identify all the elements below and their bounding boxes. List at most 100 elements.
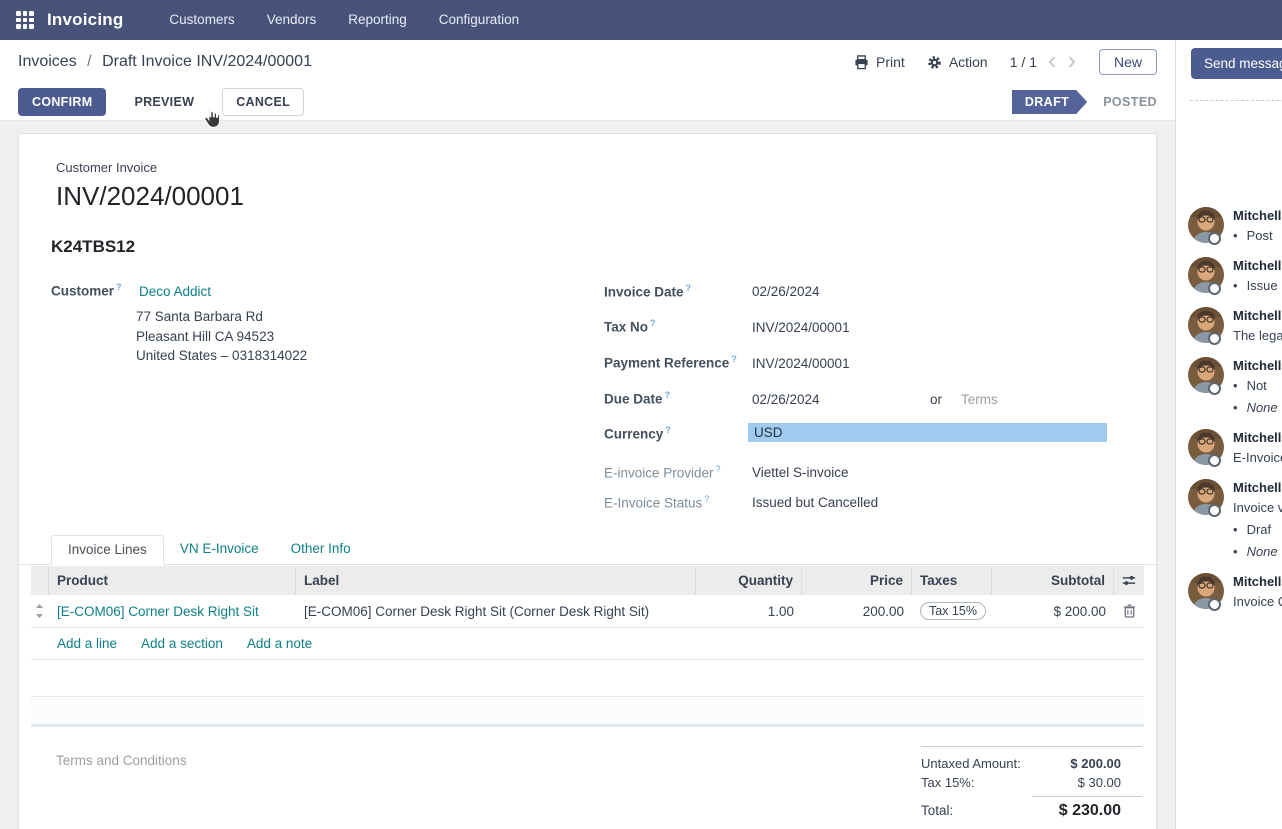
presence-badge-icon <box>1208 282 1221 295</box>
chatter-message[interactable]: Mitchell •Post <box>1188 207 1282 246</box>
message-lines: Invoice v•Draf•None <box>1233 498 1282 562</box>
customer-label: Customer? <box>51 282 122 299</box>
chatter-message[interactable]: Mitchell Invoice v•Draf•None <box>1188 479 1282 562</box>
chatter-separator <box>1190 100 1282 101</box>
stage-posted[interactable]: POSTED <box>1103 95 1157 109</box>
add-a-line-link[interactable]: Add a line <box>57 636 117 651</box>
tax-value: $ 30.00 <box>1078 775 1142 790</box>
tab-vn-e-invoice[interactable]: VN E-Invoice <box>164 535 275 565</box>
chatter-message[interactable]: Mitchell The lega <box>1188 307 1282 346</box>
customer-value[interactable]: Deco Addict <box>139 284 211 299</box>
table-header-row: Product Label Quantity Price Taxes Subto… <box>31 566 1144 595</box>
message-line: Invoice v <box>1233 498 1282 518</box>
message-lines: •Issue <box>1233 276 1281 296</box>
sliders-icon[interactable] <box>1114 566 1144 595</box>
chatter-message[interactable]: Mitchell •Not•None <box>1188 357 1282 418</box>
message-author[interactable]: Mitchell <box>1233 357 1281 374</box>
tax-badge[interactable]: Tax 15% <box>920 602 986 620</box>
message-line: •Issue <box>1233 276 1281 296</box>
total-label: Total: <box>921 803 953 818</box>
untaxed-amount-label: Untaxed Amount: <box>921 756 1021 771</box>
cell-quantity[interactable]: 1.00 <box>696 604 802 619</box>
chatter-panel: Send message Mitchell •Post <box>1175 40 1282 829</box>
chevron-right-icon[interactable] <box>1067 55 1077 69</box>
cell-label[interactable]: [E-COM06] Corner Desk Right Sit (Corner … <box>296 604 696 619</box>
send-message-button[interactable]: Send message <box>1191 48 1282 79</box>
col-subtotal[interactable]: Subtotal <box>992 566 1114 595</box>
payment-reference-value[interactable]: INV/2024/00001 <box>752 356 850 371</box>
drag-handle-icon[interactable] <box>31 604 49 618</box>
presence-badge-icon <box>1208 332 1221 345</box>
chatter-message[interactable]: Mitchell •Issue <box>1188 257 1282 296</box>
app-name[interactable]: Invoicing <box>47 10 123 30</box>
print-label: Print <box>876 54 905 70</box>
add-a-section-link[interactable]: Add a section <box>141 636 223 651</box>
avatar[interactable] <box>1188 357 1224 393</box>
nav-item-vendors[interactable]: Vendors <box>251 0 333 40</box>
help-icon: ? <box>665 425 671 435</box>
avatar[interactable] <box>1188 429 1224 465</box>
avatar[interactable] <box>1188 479 1224 515</box>
tab-other-info[interactable]: Other Info <box>275 535 367 565</box>
customer-address: 77 Santa Barbara Rd Pleasant Hill CA 945… <box>136 307 307 366</box>
invoice-date-value[interactable]: 02/26/2024 <box>752 284 820 299</box>
chevron-left-icon[interactable] <box>1047 55 1057 69</box>
message-body: Mitchell Invoice C <box>1233 573 1282 612</box>
einvoice-status-value: Issued but Cancelled <box>752 495 878 510</box>
table-row[interactable]: [E-COM06] Corner Desk Right Sit [E-COM06… <box>31 595 1144 628</box>
add-a-note-link[interactable]: Add a note <box>247 636 312 651</box>
totals-block: Untaxed Amount: $ 200.00 Tax 15%: $ 30.0… <box>921 746 1142 822</box>
breadcrumb-invoices[interactable]: Invoices <box>18 53 77 70</box>
message-author[interactable]: Mitchell <box>1233 207 1281 224</box>
message-author[interactable]: Mitchell <box>1233 429 1282 446</box>
new-button[interactable]: New <box>1099 49 1157 75</box>
stage-draft[interactable]: DRAFT <box>1012 90 1087 114</box>
message-author[interactable]: Mitchell <box>1233 479 1282 496</box>
col-label[interactable]: Label <box>296 566 696 595</box>
cell-price[interactable]: 200.00 <box>802 604 912 619</box>
message-body: Mitchell The lega <box>1233 307 1282 346</box>
chatter-message[interactable]: Mitchell Invoice C <box>1188 573 1282 612</box>
cancel-button[interactable]: CANCEL <box>222 88 304 116</box>
message-author[interactable]: Mitchell <box>1233 573 1282 590</box>
tax-no-value[interactable]: INV/2024/00001 <box>752 320 850 335</box>
message-author[interactable]: Mitchell <box>1233 307 1282 324</box>
terms-and-conditions-field[interactable]: Terms and Conditions <box>56 753 187 768</box>
trash-icon[interactable] <box>1114 604 1144 618</box>
avatar[interactable] <box>1188 573 1224 609</box>
col-taxes[interactable]: Taxes <box>912 566 992 595</box>
presence-badge-icon <box>1208 454 1221 467</box>
total-value: $ 230.00 <box>1059 802 1142 820</box>
confirm-button[interactable]: CONFIRM <box>18 88 106 116</box>
col-price[interactable]: Price <box>802 566 912 595</box>
nav-item-customers[interactable]: Customers <box>153 0 250 40</box>
col-quantity[interactable]: Quantity <box>696 566 802 595</box>
col-product[interactable]: Product <box>49 566 296 595</box>
table-footer-links: Add a line Add a section Add a note <box>31 628 1144 660</box>
avatar[interactable] <box>1188 307 1224 343</box>
gear-icon <box>927 55 942 70</box>
preview-button[interactable]: PREVIEW <box>120 88 208 116</box>
due-date-label: Due Date? <box>604 390 670 407</box>
apps-grid-icon[interactable] <box>16 11 34 29</box>
chatter-message[interactable]: Mitchell E-Invoice <box>1188 429 1282 468</box>
message-body: Mitchell •Post <box>1233 207 1281 246</box>
due-date-value[interactable]: 02/26/2024 <box>752 392 820 407</box>
message-line: Invoice C <box>1233 592 1282 612</box>
action-button[interactable]: Action <box>927 54 988 70</box>
avatar[interactable] <box>1188 207 1224 243</box>
payment-terms-field[interactable]: Terms <box>961 392 998 407</box>
avatar[interactable] <box>1188 257 1224 293</box>
message-author[interactable]: Mitchell <box>1233 257 1281 274</box>
nav-item-configuration[interactable]: Configuration <box>423 0 535 40</box>
presence-badge-icon <box>1208 232 1221 245</box>
tab-invoice-lines[interactable]: Invoice Lines <box>51 535 164 565</box>
message-body: Mitchell E-Invoice <box>1233 429 1282 468</box>
tax-no-label: Tax No? <box>604 318 656 335</box>
cell-product[interactable]: [E-COM06] Corner Desk Right Sit <box>57 604 259 619</box>
nav-item-reporting[interactable]: Reporting <box>332 0 423 40</box>
address-line: United States – 0318314022 <box>136 346 307 366</box>
currency-value[interactable]: USD <box>748 423 1107 442</box>
print-button[interactable]: Print <box>854 54 905 70</box>
help-icon: ? <box>116 282 122 292</box>
